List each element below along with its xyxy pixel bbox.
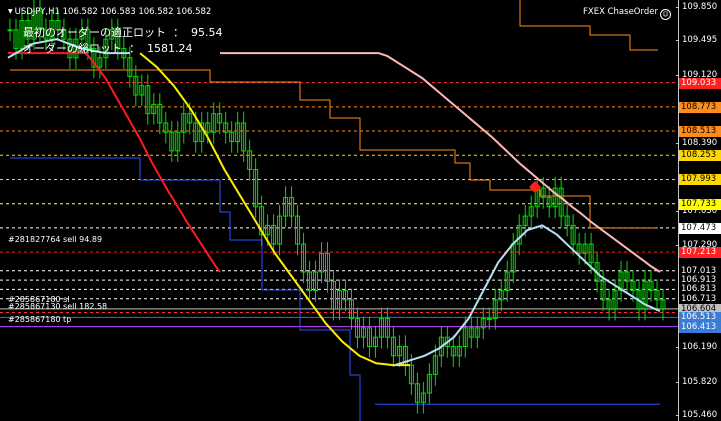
- symbol-ohlc-line: ▼ USDJPY,H1 106.582 106.583 106.582 106.5…: [8, 7, 211, 17]
- price-tick-mark: [676, 244, 679, 246]
- total-lot-info: オーダーの総ロット ： 1581.24: [23, 42, 193, 55]
- price-level-badge: 108.253: [679, 150, 721, 162]
- symbol-ohlc-text: USDJPY,H1 106.582 106.583 106.582 106.58…: [14, 7, 212, 17]
- ma-pink-line: [220, 52, 661, 273]
- price-level-badge: 108.513: [679, 126, 721, 138]
- price-level-badge: 107.993: [679, 174, 721, 186]
- order-label[interactable]: #285867130 sell 182.58: [8, 302, 107, 311]
- price-tick: 109.850: [682, 1, 718, 12]
- caret-down-icon: ▼: [8, 8, 13, 15]
- price-tick-mark: [676, 39, 679, 41]
- order-label[interactable]: #285867180 tp: [8, 315, 71, 324]
- price-level-badge: 106.413: [679, 321, 721, 333]
- price-plot[interactable]: [0, 0, 679, 421]
- price-tick: 105.460: [682, 410, 718, 421]
- first-order-lot-info: 最初のオーダーの適正ロット ： 95.54: [23, 26, 223, 39]
- price-level-badge: 108.773: [679, 101, 721, 113]
- price-level-badge: 107.213: [679, 247, 721, 259]
- order-label[interactable]: #281827764 sell 94.89: [8, 235, 102, 244]
- price-level-badge: 107.733: [679, 198, 721, 210]
- price-level-badge: 107.473: [679, 222, 721, 234]
- price-tick-mark: [676, 381, 679, 383]
- price-tick-mark: [676, 6, 679, 8]
- price-tick: 108.390: [682, 137, 718, 148]
- price-tick-mark: [676, 415, 679, 417]
- expert-advisor-label[interactable]: FXEX ChaseOrder ☺: [583, 7, 671, 20]
- price-tick: 106.190: [682, 342, 718, 353]
- candle-body: [486, 318, 492, 321]
- price-tick: 109.495: [682, 34, 718, 45]
- price-tick-mark: [676, 74, 679, 76]
- smiley-icon: ☺: [659, 9, 671, 20]
- chart-window[interactable]: ▼ USDJPY,H1 106.582 106.583 106.582 106.5…: [0, 0, 721, 421]
- price-tick-mark: [676, 211, 679, 213]
- price-level-badge: 109.033: [679, 77, 721, 89]
- price-axis[interactable]: 109.850 109.495 109.120 108.390 107.650 107.2…: [676, 0, 721, 421]
- price-tick: 105.820: [682, 376, 718, 387]
- candle-body: [7, 29, 13, 32]
- price-tick-mark: [676, 347, 679, 349]
- price-tick-mark: [676, 142, 679, 144]
- expert-advisor-name: FXEX ChaseOrder: [583, 7, 658, 17]
- ma-lightblue-line: [394, 224, 661, 367]
